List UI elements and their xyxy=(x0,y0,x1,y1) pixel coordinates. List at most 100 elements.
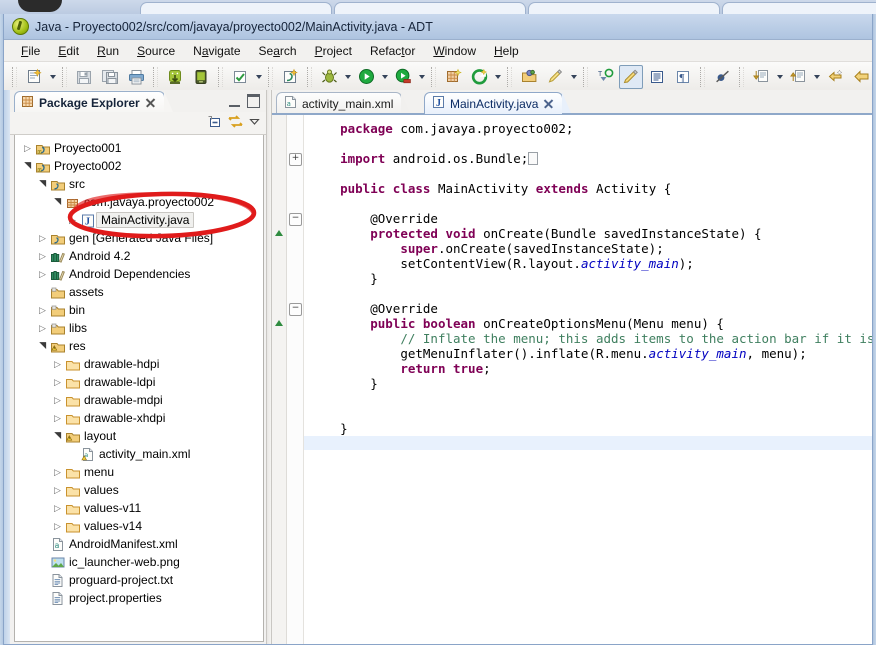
run-icon[interactable] xyxy=(354,65,378,89)
tree-expand-arrow-closed[interactable] xyxy=(51,522,64,531)
tree-expand-arrow-closed[interactable] xyxy=(51,504,64,513)
run-external-tools-icon[interactable] xyxy=(391,65,415,89)
tree-item-drawable-ldpi[interactable]: drawable-ldpi xyxy=(15,373,263,391)
tree-item-android-4-2[interactable]: Android 4.2 xyxy=(15,247,263,265)
run-external-dropdown-arrow[interactable] xyxy=(416,66,427,88)
fold-collapse-icon[interactable]: − xyxy=(289,303,302,316)
back-icon[interactable] xyxy=(849,65,872,89)
android-virtual-device-manager-icon[interactable] xyxy=(189,65,213,89)
tree-expand-arrow-open[interactable] xyxy=(21,162,34,171)
tree-item-com-javaya-proyecto002[interactable]: com.javaya.proyecto002 xyxy=(15,193,263,211)
new-android-xml-icon[interactable] xyxy=(441,65,465,89)
tree-item-values-v14[interactable]: values-v14 xyxy=(15,517,263,535)
tree-item-drawable-hdpi[interactable]: drawable-hdpi xyxy=(15,355,263,373)
new-wizard-icon[interactable] xyxy=(22,65,46,89)
tree-item-assets[interactable]: assets xyxy=(15,283,263,301)
tree-expand-arrow-open[interactable] xyxy=(51,432,64,441)
tree-item-values-v11[interactable]: values-v11 xyxy=(15,499,263,517)
debug-dropdown-arrow[interactable] xyxy=(342,66,353,88)
check-build-icon[interactable] xyxy=(228,65,252,89)
next-annotation-dropdown-arrow[interactable] xyxy=(774,66,785,88)
link-with-editor-icon[interactable] xyxy=(227,114,244,133)
open-package-icon[interactable] xyxy=(517,65,541,89)
tree-expand-arrow-closed[interactable] xyxy=(51,468,64,477)
tree-item-res[interactable]: res xyxy=(15,337,263,355)
tree-expand-arrow-closed[interactable] xyxy=(51,486,64,495)
tree-item-mainactivity-java[interactable]: J MainActivity.java xyxy=(15,211,263,229)
tab-activity-main-xml[interactable]: a activity_main.xml xyxy=(276,92,411,114)
tree-item-proyecto001[interactable]: Proyecto001 xyxy=(15,139,263,157)
minimize-icon[interactable] xyxy=(229,96,240,107)
editor-marker-bar[interactable] xyxy=(272,115,287,644)
tree-expand-arrow-closed[interactable] xyxy=(51,360,64,369)
tree-expand-arrow-closed[interactable] xyxy=(36,252,49,261)
maximize-icon[interactable] xyxy=(247,94,260,108)
previous-annotation-dropdown-arrow[interactable] xyxy=(811,66,822,88)
debug-icon[interactable] xyxy=(317,65,341,89)
menu-navigate[interactable]: Navigate xyxy=(184,42,249,60)
view-menu-icon[interactable] xyxy=(248,115,261,131)
tree-expand-arrow-closed[interactable] xyxy=(36,270,49,279)
tree-item-project-properties[interactable]: project.properties xyxy=(15,589,263,607)
tree-expand-arrow-closed[interactable] xyxy=(51,396,64,405)
tree-expand-arrow-closed[interactable] xyxy=(36,234,49,243)
show-pilcrow-icon[interactable]: ¶ xyxy=(671,65,695,89)
tree-item-drawable-mdpi[interactable]: drawable-mdpi xyxy=(15,391,263,409)
menu-file[interactable]: File xyxy=(12,42,49,60)
tree-item-drawable-xhdpi[interactable]: drawable-xhdpi xyxy=(15,409,263,427)
search-declaration-icon[interactable]: T xyxy=(593,65,617,89)
tree-item-layout[interactable]: layout xyxy=(15,427,263,445)
previous-annotation-icon[interactable] xyxy=(786,65,810,89)
menu-window[interactable]: Window xyxy=(424,42,485,60)
menu-run[interactable]: Run xyxy=(88,42,128,60)
tree-expand-arrow-closed[interactable] xyxy=(36,324,49,333)
editor-folding-bar[interactable]: + − − xyxy=(287,115,304,644)
refresh-green-icon[interactable] xyxy=(467,65,491,89)
menu-source[interactable]: Source xyxy=(128,42,184,60)
tab-mainactivity-java[interactable]: J MainActivity.java xyxy=(424,92,572,114)
last-edit-location-icon[interactable] xyxy=(823,65,847,89)
menu-help[interactable]: Help xyxy=(485,42,528,60)
tree-item-proguard-project-txt[interactable]: proguard-project.txt xyxy=(15,571,263,589)
package-explorer-tree[interactable]: Proyecto001 Proyecto002 src com.javaya.proy… xyxy=(14,135,264,642)
new-java-class-icon[interactable] xyxy=(278,65,302,89)
menu-edit[interactable]: Edit xyxy=(49,42,88,60)
tree-item-menu[interactable]: menu xyxy=(15,463,263,481)
tab-package-explorer[interactable]: Package Explorer xyxy=(14,91,173,113)
tree-item-activity-main-xml[interactable]: a activity_main.xml xyxy=(15,445,263,463)
override-marker-icon[interactable] xyxy=(275,230,283,236)
tree-item-src[interactable]: src xyxy=(15,175,263,193)
close-icon[interactable] xyxy=(543,98,554,109)
fold-collapse-icon[interactable]: − xyxy=(289,213,302,226)
tree-expand-arrow-closed[interactable] xyxy=(51,378,64,387)
toggle-mark-occurrences-icon[interactable] xyxy=(619,64,643,89)
open-type-icon[interactable] xyxy=(543,65,567,89)
save-icon[interactable] xyxy=(72,65,96,89)
tree-expand-arrow-open[interactable] xyxy=(51,198,64,207)
save-all-icon[interactable] xyxy=(98,65,122,89)
tree-item-proyecto002[interactable]: Proyecto002 xyxy=(15,157,263,175)
tree-expand-arrow-closed[interactable] xyxy=(36,306,49,315)
tree-item-libs[interactable]: libs xyxy=(15,319,263,337)
tree-expand-arrow-closed[interactable] xyxy=(66,216,79,225)
show-whitespace-icon[interactable] xyxy=(645,65,669,89)
tree-expand-arrow-closed[interactable] xyxy=(21,144,34,153)
source-code-text[interactable]: package com.javaya.proyecto002; import a… xyxy=(304,115,872,644)
menu-refactor[interactable]: Refactor xyxy=(361,42,424,60)
close-icon[interactable] xyxy=(145,97,156,108)
next-annotation-icon[interactable] xyxy=(749,65,773,89)
tree-item-gen-generated-java-files[interactable]: gen [Generated Java Files] xyxy=(15,229,263,247)
skip-breakpoints-icon[interactable] xyxy=(710,65,734,89)
fold-expand-icon[interactable]: + xyxy=(289,153,302,166)
tree-item-bin[interactable]: bin xyxy=(15,301,263,319)
refresh-dropdown-arrow[interactable] xyxy=(492,66,503,88)
check-build-dropdown-arrow[interactable] xyxy=(253,66,264,88)
print-icon[interactable] xyxy=(124,65,148,89)
open-type-dropdown-arrow[interactable] xyxy=(568,66,579,88)
tree-expand-arrow-open[interactable] xyxy=(36,180,49,189)
tree-expand-arrow-open[interactable] xyxy=(36,342,49,351)
tree-item-values[interactable]: values xyxy=(15,481,263,499)
tree-item-androidmanifest-xml[interactable]: a AndroidManifest.xml xyxy=(15,535,263,553)
new-wizard-dropdown-arrow[interactable] xyxy=(47,66,58,88)
collapse-all-icon[interactable] xyxy=(207,114,223,133)
